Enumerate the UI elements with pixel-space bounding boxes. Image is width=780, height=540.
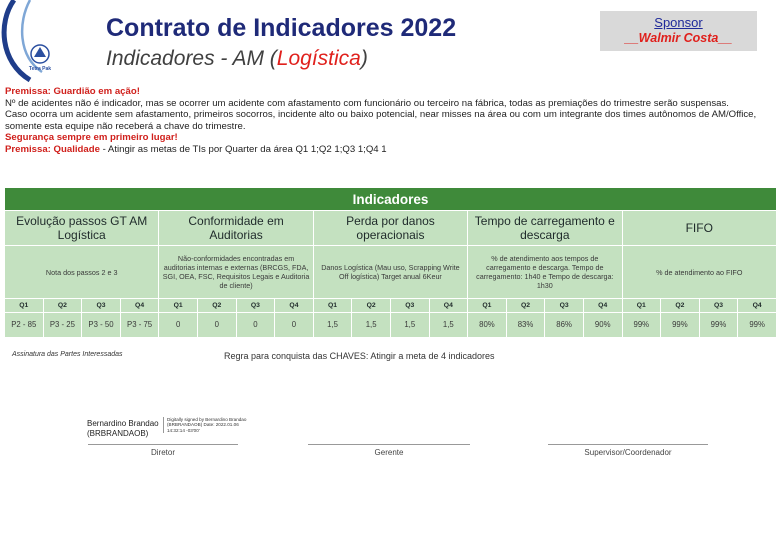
target-value: 86%: [544, 312, 584, 338]
target-value: 1,5: [312, 312, 353, 338]
quarter-header: Q4: [737, 298, 778, 313]
tetra-pak-logo: Tetra Pak: [0, 0, 100, 90]
target-value: 0: [235, 312, 276, 338]
digital-signature-details: Digitally signed by Bernardino Brandao (…: [163, 417, 247, 434]
indicator-name: Tempo de carregamento e descarga: [467, 210, 623, 246]
quarter-header: Q4: [582, 298, 623, 313]
role-gerente: Gerente: [374, 448, 404, 457]
target-value: P3 - 25: [42, 312, 83, 338]
target-value: 99%: [660, 312, 700, 338]
quarter-header: Q4: [119, 298, 160, 313]
target-value: P3 - 50: [81, 312, 121, 338]
quarter-header: Q3: [544, 298, 584, 313]
subtitle-area: Logística: [276, 47, 361, 70]
premises-block: Premissa: Guardião em ação! Nº de aciden…: [5, 86, 775, 156]
sponsor-label: Sponsor: [654, 15, 703, 30]
target-value: 1,5: [351, 312, 391, 338]
quarter-header: Q2: [660, 298, 700, 313]
quarter-header: Q3: [81, 298, 121, 313]
premise-quality-label: Premissa: Qualidade: [5, 143, 100, 155]
target-value: 1,5: [428, 312, 469, 338]
quarter-header: Q1: [467, 298, 507, 313]
quarter-header: Q3: [235, 298, 276, 313]
target-value: 90%: [582, 312, 623, 338]
premise-quality: Premissa: Qualidade - Atingir as metas d…: [5, 144, 775, 156]
quarter-header: Q2: [351, 298, 391, 313]
indicator-description: % de atendimento aos tempos de carregame…: [467, 245, 623, 299]
premise-safety-first: Segurança sempre em primeiro lugar!: [5, 132, 178, 144]
quarter-header: Q3: [389, 298, 430, 313]
signature-line-gerente: [308, 444, 470, 445]
target-value: 83%: [505, 312, 546, 338]
target-value: 0: [196, 312, 237, 338]
target-value: 0: [274, 312, 314, 338]
target-value: 99%: [698, 312, 739, 338]
quarter-header: Q3: [698, 298, 739, 313]
indicator-description: Não-conformidades encontradas em auditor…: [158, 245, 314, 299]
quarter-header: Q2: [505, 298, 546, 313]
indicator-description: Danos Logística (Mau uso, Scrapping Writ…: [312, 245, 469, 299]
subtitle-prefix: Indicadores - AM (: [106, 47, 277, 70]
signer-id: (BRBRANDAOB): [87, 429, 149, 438]
sponsor-box: Sponsor __Walmir Costa__: [600, 11, 757, 51]
premise-guardian: Premissa: Guardião em ação!: [5, 86, 140, 97]
quarter-header: Q1: [158, 298, 198, 313]
sponsor-name: __Walmir Costa__: [624, 31, 733, 45]
table-title: Indicadores: [3, 187, 778, 211]
indicator-name: FIFO: [621, 210, 778, 246]
indicator-name: Perda por danos operacionais: [312, 210, 469, 246]
indicator-name: Conformidade em Auditorias: [158, 210, 314, 246]
page-title: Contrato de Indicadores 2022: [106, 14, 457, 42]
indicator-description: % de atendimento ao FIFO: [621, 245, 778, 299]
signer-name: Bernardino Brandao: [87, 419, 159, 428]
target-value: 99%: [737, 312, 778, 338]
quarter-header: Q1: [312, 298, 353, 313]
quarter-header: Q1: [4, 298, 44, 313]
target-value: 1,5: [389, 312, 430, 338]
quarter-header: Q4: [428, 298, 469, 313]
indicators-table: Indicadores Evolução passos GT AM Logíst…: [3, 187, 778, 338]
keys-rule: Regra para conquista das CHAVES: Atingir…: [224, 351, 495, 361]
premise-incidents: Caso ocorra um acidente sem afastamento,…: [5, 109, 757, 132]
premise-quality-text: - Atingir as metas de TIs por Quarter da…: [99, 143, 387, 155]
signer-block: Bernardino Brandao (BRBRANDAOB): [87, 419, 159, 439]
signature-line-diretor: [88, 444, 238, 445]
target-value: 80%: [467, 312, 507, 338]
indicator-name: Evolução passos GT AM Logística: [3, 210, 160, 246]
indicator-description: Nota dos passos 2 e 3: [3, 245, 160, 299]
target-value: P3 - 75: [119, 312, 160, 338]
quarter-header: Q4: [274, 298, 314, 313]
signature-line-supervisor: [548, 444, 708, 445]
target-value: P2 - 85: [4, 312, 44, 338]
role-supervisor: Supervisor/Coordenador: [584, 448, 672, 457]
role-diretor: Diretor: [150, 448, 175, 457]
quarter-header: Q2: [42, 298, 83, 313]
digital-signature-stamp: Bernardino Brandao (BRBRANDAOB) Digitall…: [87, 417, 247, 441]
page-subtitle: Indicadores - AM (Logística): [106, 47, 368, 71]
quarter-header: Q2: [196, 298, 237, 313]
signature-parties-label: Assinatura das Partes Interessadas: [12, 351, 123, 358]
target-value: 99%: [621, 312, 662, 338]
quarter-header: Q1: [621, 298, 662, 313]
subtitle-suffix: ): [360, 47, 368, 70]
logo-text: Tetra Pak: [29, 66, 51, 72]
premise-accidents: Nº de acidentes não é indicador, mas se …: [5, 97, 729, 109]
target-value: 0: [158, 312, 198, 338]
